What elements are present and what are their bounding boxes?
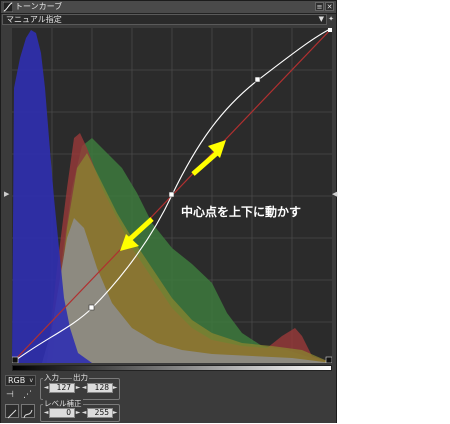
level-low-field[interactable]: 0: [49, 408, 75, 418]
curve-canvas[interactable]: [12, 28, 332, 363]
curve-point-low[interactable]: [88, 304, 95, 311]
right-marker-icon[interactable]: ◀: [332, 190, 337, 198]
preset-value: マニュアル指定: [6, 15, 62, 24]
title-bar: トーンカーブ ≡ ✕: [1, 1, 336, 14]
input-field[interactable]: 127: [49, 383, 75, 393]
left-marker-icon[interactable]: ▶: [4, 190, 9, 198]
controls-area: RGB v ⊣ ⋰ 入力 出力 ◄ 127 ► ◄ 128 ► レベル補正 ◄ …: [1, 373, 336, 423]
gray-eyedropper-icon[interactable]: ⋰: [23, 390, 32, 400]
curve-point-high[interactable]: [254, 76, 261, 83]
curve-icon: [23, 409, 33, 419]
hist-corner-right: [325, 356, 332, 363]
curve-point-mid[interactable]: [168, 191, 175, 198]
channel-value: RGB: [8, 376, 26, 385]
line-icon: [7, 409, 17, 419]
channel-dropdown[interactable]: RGB v: [5, 375, 36, 386]
close-button[interactable]: ✕: [325, 2, 334, 11]
window-title: トーンカーブ: [15, 2, 63, 11]
annotation-caption: 中心点を上下に動かす: [181, 205, 302, 219]
output-label: 出力: [72, 373, 89, 382]
input-label: 入力: [43, 373, 60, 382]
free-curve-button[interactable]: [21, 404, 35, 419]
level-high-increment-icon[interactable]: ►: [112, 408, 118, 418]
pin-icon[interactable]: ✦: [327, 14, 335, 25]
hist-corner-left: [12, 356, 19, 363]
gradient-bar: [12, 365, 332, 371]
black-eyedropper-icon[interactable]: ⊣: [6, 390, 14, 400]
panel-menu-button[interactable]: ≡: [315, 2, 324, 11]
level-label: レベル補正: [43, 399, 83, 408]
level-high-field[interactable]: 255: [87, 408, 113, 418]
linear-curve-button[interactable]: [5, 404, 19, 419]
tone-curve-graph[interactable]: [12, 28, 332, 363]
chevron-down-icon: ▼: [318, 15, 324, 23]
output-increment-icon[interactable]: ►: [112, 383, 118, 393]
tone-curve-panel: トーンカーブ ≡ ✕ マニュアル指定 ▼ ✦ ▶ ◀ 中心点を上下に動かす RG…: [0, 0, 337, 423]
curve-point-white[interactable]: [328, 28, 332, 32]
tone-curve-icon: [3, 2, 13, 12]
chevron-down-icon: v: [29, 377, 33, 384]
preset-dropdown[interactable]: マニュアル指定 ▼: [2, 14, 327, 25]
output-field[interactable]: 128: [87, 383, 113, 393]
